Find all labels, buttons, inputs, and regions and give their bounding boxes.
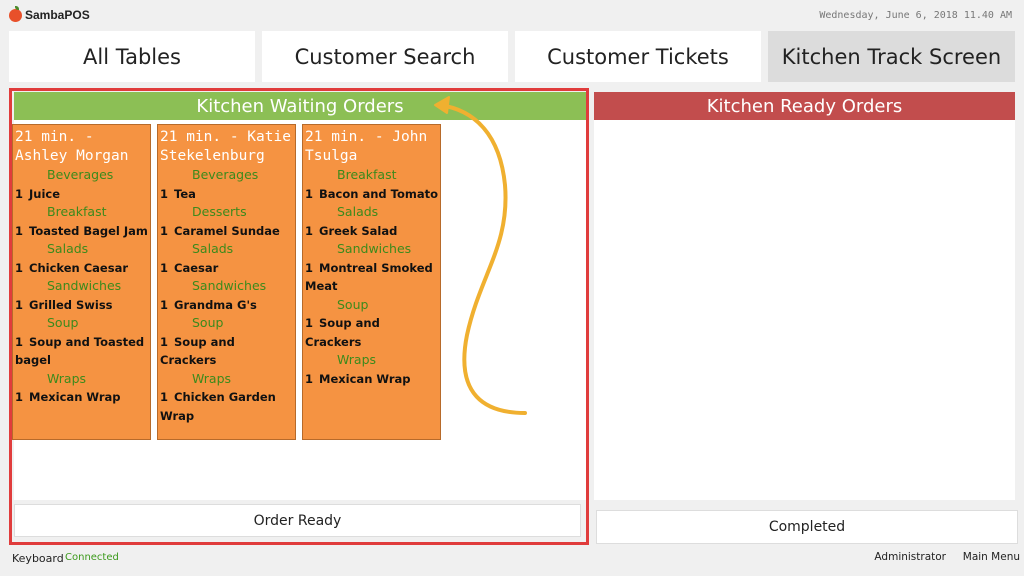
order-category: Beverages [192, 167, 259, 182]
order-card-katie-stekelenburg[interactable]: 21 min. - Katie Stekelenburg Beverages 1 T… [157, 124, 296, 440]
order-item-qty: 1 [160, 223, 169, 238]
order-category: Soup [337, 296, 369, 312]
order-category: Sandwiches [192, 278, 267, 293]
top-bar: SambaPOS Wednesday, June 6, 2018 11.40 A… [0, 0, 1024, 32]
order-item-name: Soup and Toasted bagel [15, 334, 145, 368]
order-item-name: Grandma G's [174, 297, 257, 312]
order-item: 1 Soup and Crackers [305, 314, 438, 351]
order-category: Beverages [47, 167, 114, 182]
order-category: Sandwiches [337, 241, 412, 256]
app-name: SambaPOS [25, 8, 90, 22]
order-card-john-tsulga[interactable]: 21 min. - John Tsulga Breakfast 1 Bacon an… [302, 124, 441, 440]
order-item: 1 Soup and Toasted bagel [15, 333, 148, 370]
order-item-name: Juice [29, 186, 61, 201]
order-item: 1 Tea [160, 185, 293, 204]
order-category: Salads [47, 241, 89, 256]
order-item: 1 Bacon and Tomato [305, 185, 438, 204]
order-item-qty: 1 [15, 334, 24, 349]
order-item-qty: 1 [160, 334, 169, 349]
order-item-qty: 1 [160, 260, 169, 275]
order-item: 1 Grilled Swiss [15, 296, 148, 315]
order-item: 1 Chicken Caesar [15, 259, 148, 278]
tab-all-tables[interactable]: All Tables [9, 31, 255, 82]
tomato-logo-icon [9, 5, 22, 22]
order-item-name: Soup and Crackers [305, 316, 380, 349]
order-item-name: Caesar [174, 260, 219, 275]
order-item-qty: 1 [305, 371, 314, 386]
order-item-name: Soup and Crackers [160, 334, 235, 368]
order-category: Breakfast [337, 167, 397, 182]
order-card-title: 21 min. - John Tsulga [305, 129, 428, 164]
order-ready-button[interactable]: Order Ready [14, 504, 581, 537]
order-item: 1 Mexican Wrap [305, 370, 438, 389]
keyboard-status: Connected [65, 552, 119, 563]
completed-button[interactable]: Completed [596, 510, 1018, 544]
order-item-name: Bacon and Tomato [319, 186, 438, 201]
app-logo: SambaPOS [9, 5, 90, 22]
order-item-qty: 1 [305, 223, 314, 238]
order-item: 1 Caramel Sundae [160, 222, 293, 241]
order-item: 1 Chicken Garden Wrap [160, 388, 293, 425]
order-item: 1 Juice [15, 185, 148, 204]
order-item-name: Greek Salad [319, 223, 398, 238]
order-category: Wraps [47, 370, 87, 386]
kitchen-ready-header: Kitchen Ready Orders [594, 92, 1015, 120]
order-item-qty: 1 [160, 390, 169, 404]
keyboard-label: Keyboard [12, 552, 64, 565]
order-item-qty: 1 [305, 260, 314, 275]
order-category: Soup [47, 315, 79, 330]
order-item-qty: 1 [15, 223, 24, 238]
order-card-title: 21 min. - Katie Stekelenburg [160, 129, 291, 164]
order-item: 1 Soup and Crackers [160, 333, 293, 370]
user-name: Administrator [874, 551, 946, 563]
order-category: Soup [192, 315, 224, 330]
order-item: 1 Grandma G's [160, 296, 293, 315]
tab-customer-tickets[interactable]: Customer Tickets [515, 31, 761, 82]
order-category: Breakfast [47, 204, 107, 219]
order-item: 1 Toasted Bagel Jam [15, 222, 148, 241]
order-item-qty: 1 [160, 186, 169, 201]
order-item-name: Mexican Wrap [29, 390, 121, 404]
order-category: Wraps [337, 352, 377, 367]
order-item-name: Caramel Sundae [174, 223, 280, 238]
order-item-name: Toasted Bagel Jam [29, 223, 148, 238]
order-category: Salads [192, 241, 234, 256]
datetime-display: Wednesday, June 6, 2018 11.40 AM [819, 10, 1012, 21]
order-category: Salads [337, 204, 379, 219]
order-item: 1 Montreal Smoked Meat [305, 259, 438, 296]
order-category: Wraps [192, 370, 232, 386]
order-item-name: Tea [174, 186, 196, 201]
kitchen-ready-panel: Kitchen Ready Orders [594, 92, 1015, 500]
order-item: 1 Mexican Wrap [15, 388, 148, 407]
order-item-name: Chicken Caesar [29, 260, 129, 275]
order-card-title: 21 min. - Ashley Morgan [15, 129, 129, 164]
order-item-qty: 1 [15, 297, 24, 312]
main-menu-button[interactable]: Main Menu [963, 551, 1020, 563]
order-category: Desserts [192, 204, 247, 219]
order-item-qty: 1 [15, 186, 24, 201]
order-item-qty: 1 [305, 186, 314, 201]
order-item-qty: 1 [305, 316, 314, 330]
order-category: Sandwiches [47, 278, 122, 293]
order-card-ashley-morgan[interactable]: 21 min. - Ashley Morgan Beverages 1 Juice B… [12, 124, 151, 440]
order-item-qty: 1 [15, 260, 24, 275]
order-item: 1 Greek Salad [305, 222, 438, 241]
tab-kitchen-track-screen[interactable]: Kitchen Track Screen [768, 31, 1015, 82]
order-item-name: Mexican Wrap [319, 371, 411, 386]
order-item-qty: 1 [160, 297, 169, 312]
kitchen-waiting-header: Kitchen Waiting Orders [14, 92, 586, 120]
order-item-name: Montreal Smoked Meat [305, 260, 433, 294]
tab-customer-search[interactable]: Customer Search [262, 31, 508, 82]
order-item-qty: 1 [15, 390, 24, 404]
order-item-name: Chicken Garden Wrap [160, 390, 276, 423]
order-item: 1 Caesar [160, 259, 293, 278]
status-bar: Keyboard Connected Administrator Main Me… [0, 548, 1024, 576]
order-item-name: Grilled Swiss [29, 297, 113, 312]
